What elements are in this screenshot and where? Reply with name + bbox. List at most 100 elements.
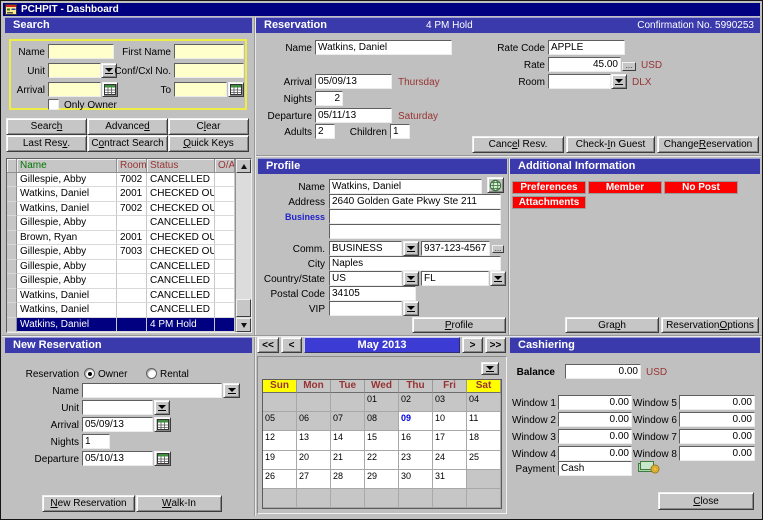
window-amount-field[interactable] (558, 446, 632, 461)
calendar-day[interactable]: 09 (399, 412, 433, 431)
nr-unit-input[interactable] (82, 400, 153, 415)
calendar-day[interactable]: 20 (297, 451, 331, 470)
calendar-day[interactable]: 13 (297, 431, 331, 450)
table-row[interactable]: Watkins, Daniel7002CHECKED OUT (7, 202, 235, 216)
preferences-badge[interactable]: Preferences (512, 181, 586, 194)
search-button[interactable]: Search (6, 118, 87, 135)
nr-unit-dropdown-button[interactable] (154, 400, 170, 415)
walk-in-button[interactable]: Walk-In (136, 495, 222, 512)
clear-button[interactable]: Clear (168, 118, 249, 135)
column-header-oa[interactable]: O/A (215, 159, 235, 173)
table-row[interactable]: Gillespie, Abby7002CANCELLED (7, 173, 235, 187)
nr-name-input[interactable] (82, 383, 222, 398)
calendar-day[interactable]: 30 (399, 470, 433, 489)
comm-ellipsis-button[interactable]: ... (492, 245, 504, 253)
check-in-guest-button[interactable]: Check-In Guest (566, 136, 655, 153)
business-input[interactable] (329, 209, 501, 224)
calendar-dropdown-button[interactable] (481, 362, 499, 375)
to-date-picker-button[interactable] (228, 82, 244, 97)
window-amount-field[interactable] (679, 446, 755, 461)
country-input[interactable] (329, 271, 402, 286)
room-dropdown-button[interactable] (611, 74, 627, 89)
rental-radio[interactable] (146, 368, 157, 379)
table-row[interactable]: Gillespie, AbbyCANCELLED (7, 216, 235, 230)
close-button[interactable]: Close (658, 492, 754, 510)
calendar-day[interactable]: 19 (263, 451, 297, 470)
arrival-date-picker-button[interactable] (102, 82, 118, 97)
graph-button[interactable]: Graph (565, 317, 659, 333)
last-resv-button[interactable]: Last Resv. (6, 135, 87, 152)
globe-button[interactable] (487, 177, 504, 193)
nr-nights-input[interactable] (82, 434, 110, 449)
calendar-day[interactable]: 10 (433, 412, 467, 431)
calendar-day[interactable]: 15 (365, 431, 399, 450)
postal-code-input[interactable] (329, 286, 416, 301)
attachments-badge[interactable]: Attachments (512, 196, 586, 209)
window-amount-field[interactable] (558, 412, 632, 427)
results-scrollbar[interactable] (235, 159, 251, 332)
column-header-status[interactable]: Status (147, 159, 215, 173)
calendar-day[interactable]: 18 (467, 431, 501, 450)
departure-input[interactable] (315, 108, 392, 123)
calendar-day[interactable]: 24 (433, 451, 467, 470)
column-header-name[interactable]: Name (17, 159, 117, 173)
nr-departure-date-picker-button[interactable] (154, 451, 171, 466)
table-row[interactable]: Watkins, DanielCANCELLED (7, 303, 235, 317)
search-name-input[interactable] (48, 44, 114, 59)
address-input[interactable] (329, 194, 501, 209)
column-header-room[interactable]: Room (117, 159, 147, 173)
comm-type-dropdown-button[interactable] (403, 241, 419, 256)
quick-keys-button[interactable]: Quick Keys (168, 135, 249, 152)
calendar-day[interactable]: 04 (467, 393, 501, 412)
calendar-day[interactable]: 11 (467, 412, 501, 431)
rate-input[interactable] (548, 57, 621, 72)
calendar-day[interactable]: 06 (297, 412, 331, 431)
address2-input[interactable] (329, 224, 501, 239)
adults-input[interactable] (315, 124, 335, 139)
window-amount-field[interactable] (558, 429, 632, 444)
calendar-day[interactable]: 12 (263, 431, 297, 450)
scroll-up-button[interactable] (236, 159, 251, 173)
new-reservation-button[interactable]: New Reservation (42, 495, 135, 512)
contract-search-button[interactable]: Contract Search (87, 135, 168, 152)
calendar-day[interactable]: 07 (331, 412, 365, 431)
cancel-resv-button[interactable]: Cancel Resv. (472, 136, 564, 153)
calendar-day[interactable]: 01 (365, 393, 399, 412)
calendar-day[interactable]: 27 (297, 470, 331, 489)
table-row[interactable]: Watkins, Daniel4 PM Hold (7, 318, 235, 332)
window-amount-field[interactable] (679, 395, 755, 410)
calendar-day[interactable]: 05 (263, 412, 297, 431)
calendar-day[interactable]: 16 (399, 431, 433, 450)
scroll-down-button[interactable] (236, 318, 251, 332)
next-year-button[interactable]: >> (485, 337, 506, 353)
room-input[interactable] (548, 74, 611, 89)
reservation-options-button[interactable]: Reservation Options (661, 317, 759, 333)
profile-button[interactable]: Profile (412, 317, 506, 333)
city-input[interactable] (329, 256, 501, 271)
no-post-badge[interactable]: No Post (664, 181, 738, 194)
table-row[interactable]: Watkins, Daniel2001CHECKED OUT (7, 187, 235, 201)
children-input[interactable] (390, 124, 410, 139)
state-dropdown-button[interactable] (490, 271, 506, 286)
table-row[interactable]: Gillespie, Abby7003CHECKED OUT (7, 245, 235, 259)
search-unit-input[interactable] (48, 63, 101, 78)
rate-code-input[interactable] (548, 40, 625, 55)
calendar-day[interactable]: 26 (263, 470, 297, 489)
window-amount-field[interactable] (679, 429, 755, 444)
prev-month-button[interactable]: < (281, 337, 302, 353)
only-owner-checkbox[interactable] (48, 99, 59, 110)
nr-name-dropdown-button[interactable] (223, 383, 240, 398)
country-dropdown-button[interactable] (403, 271, 419, 286)
next-month-button[interactable]: > (462, 337, 483, 353)
vip-dropdown-button[interactable] (403, 301, 419, 316)
rate-ellipsis-button[interactable]: ... (622, 62, 636, 71)
window-amount-field[interactable] (558, 395, 632, 410)
calendar-day[interactable]: 29 (365, 470, 399, 489)
advanced-button[interactable]: Advanced (87, 118, 168, 135)
table-row[interactable]: Watkins, DanielCANCELLED (7, 289, 235, 303)
nights-input[interactable] (315, 91, 343, 106)
comm-type-input[interactable] (329, 241, 402, 256)
search-to-input[interactable] (174, 82, 227, 97)
res-name-input[interactable] (315, 40, 452, 55)
payment-money-icon[interactable] (638, 460, 660, 474)
